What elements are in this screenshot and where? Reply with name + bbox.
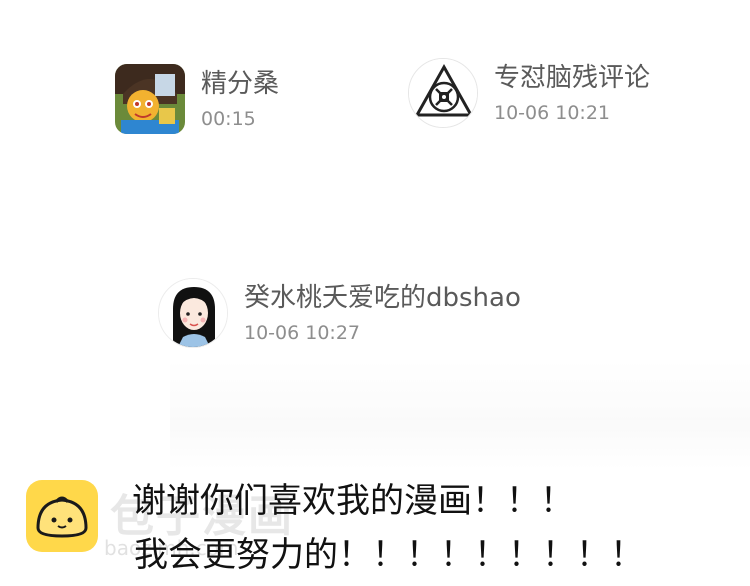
comment-timestamp: 10-06 10:21	[494, 102, 611, 124]
background-shade	[170, 360, 750, 470]
user-avatar[interactable]	[115, 64, 185, 134]
author-note-line-2: 我会更努力的！！！！！！！！！	[134, 535, 644, 575]
comment-card[interactable]: 专怼脑残评论 10-06 10:21	[408, 58, 650, 128]
user-avatar[interactable]	[408, 58, 478, 128]
comment-username[interactable]: 癸水桃夭爱吃的dbshao	[244, 282, 521, 314]
comment-card[interactable]: 癸水桃夭爱吃的dbshao 10-06 10:27	[158, 278, 521, 348]
user-avatar[interactable]	[158, 278, 228, 348]
comment-card[interactable]: 精分桑 00:15	[115, 64, 279, 134]
comment-username[interactable]: 专怼脑残评论	[494, 62, 650, 94]
author-note-line-1: 谢谢你们喜欢我的漫画！！！	[132, 481, 574, 521]
baozi-logo-icon	[26, 480, 98, 552]
comment-timestamp: 10-06 10:27	[244, 322, 361, 344]
comment-timestamp: 00:15	[201, 108, 256, 130]
comment-username[interactable]: 精分桑	[201, 68, 279, 100]
author-note: 谢谢你们喜欢我的漫画！！！ 我会更努力的！！！！！！！！！	[132, 474, 644, 582]
